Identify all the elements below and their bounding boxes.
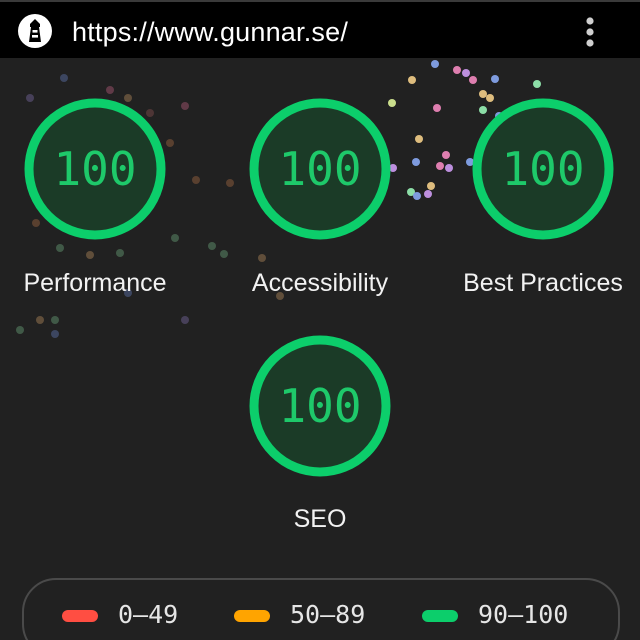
gauge-label-seo: SEO	[293, 505, 347, 533]
score-value: 100	[501, 142, 585, 196]
url-text[interactable]: https://www.gunnar.se/	[72, 16, 348, 48]
gauge-label-accessibility: Accessibility	[251, 269, 389, 297]
score-legend: 0–49 50–89 90–100	[22, 578, 620, 640]
score-value: 100	[53, 142, 137, 196]
legend-range: 50–89	[290, 600, 366, 629]
score-value: 100	[278, 142, 362, 196]
score-value: 100	[278, 379, 362, 433]
gauge-label-performance: Performance	[23, 269, 167, 297]
browser-address-bar: https://www.gunnar.se/	[0, 0, 640, 58]
legend-range: 90–100	[478, 600, 569, 629]
legend-swatch-green	[422, 610, 458, 622]
legend-swatch-orange	[234, 610, 270, 622]
more-vertical-icon[interactable]	[572, 14, 608, 50]
legend-range: 0–49	[118, 600, 179, 629]
legend-swatch-red	[62, 610, 98, 622]
gauge-label-best-practices: Best Practices	[463, 269, 623, 297]
lighthouse-icon	[18, 14, 52, 48]
